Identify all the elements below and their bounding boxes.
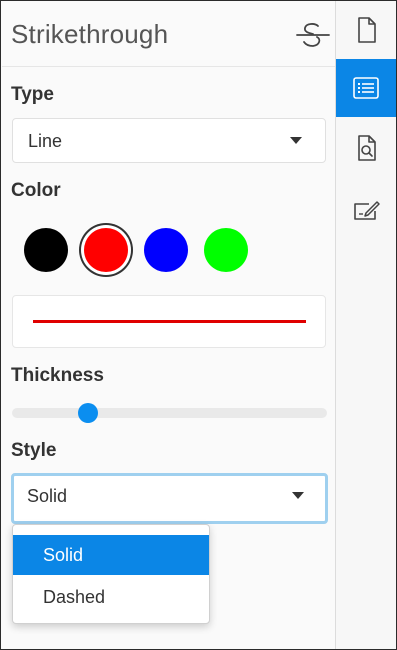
thickness-slider-thumb[interactable] (77, 403, 98, 423)
style-dropdown-menu: Solid Dashed (12, 524, 210, 624)
color-label: Color (11, 180, 61, 201)
chevron-down-icon (292, 492, 304, 499)
style-label: Style (11, 440, 57, 461)
strikethrough-icon[interactable] (296, 20, 330, 50)
toolbar-signature-button[interactable] (336, 181, 396, 239)
type-label: Type (11, 84, 54, 105)
color-swatch-black[interactable] (24, 228, 68, 272)
type-select-value: Line (28, 131, 63, 151)
color-swatch-red[interactable] (84, 228, 128, 272)
signature-icon (354, 201, 380, 220)
chevron-down-icon (290, 137, 302, 144)
toolbar-page-button[interactable] (336, 1, 396, 59)
style-select[interactable]: Solid (11, 473, 328, 524)
toolbar-search-document-button[interactable] (336, 119, 396, 177)
color-swatch-green[interactable] (204, 228, 248, 272)
style-option-solid[interactable]: Solid (13, 535, 209, 575)
thickness-label: Thickness (11, 365, 104, 386)
strikethrough-panel: Strikethrough Type Line Color Thickness … (2, 2, 337, 648)
panel-header: Strikethrough (2, 2, 337, 67)
app-window: Strikethrough Type Line Color Thickness … (0, 0, 397, 650)
page-icon (358, 17, 376, 43)
panel-title: Strikethrough (11, 19, 169, 49)
list-icon (353, 77, 379, 99)
type-select[interactable]: Line (12, 118, 326, 163)
style-option-dashed[interactable]: Dashed (13, 577, 209, 617)
preview-line (33, 320, 306, 323)
search-document-icon (358, 135, 376, 161)
color-swatch-blue[interactable] (144, 228, 188, 272)
option-label: Dashed (43, 587, 106, 607)
style-select-value: Solid (27, 486, 68, 506)
option-label: Solid (43, 545, 84, 565)
thickness-slider-track[interactable] (12, 408, 327, 418)
right-toolbar (335, 1, 396, 649)
strikethrough-preview (12, 295, 326, 348)
toolbar-list-button[interactable] (336, 59, 396, 117)
